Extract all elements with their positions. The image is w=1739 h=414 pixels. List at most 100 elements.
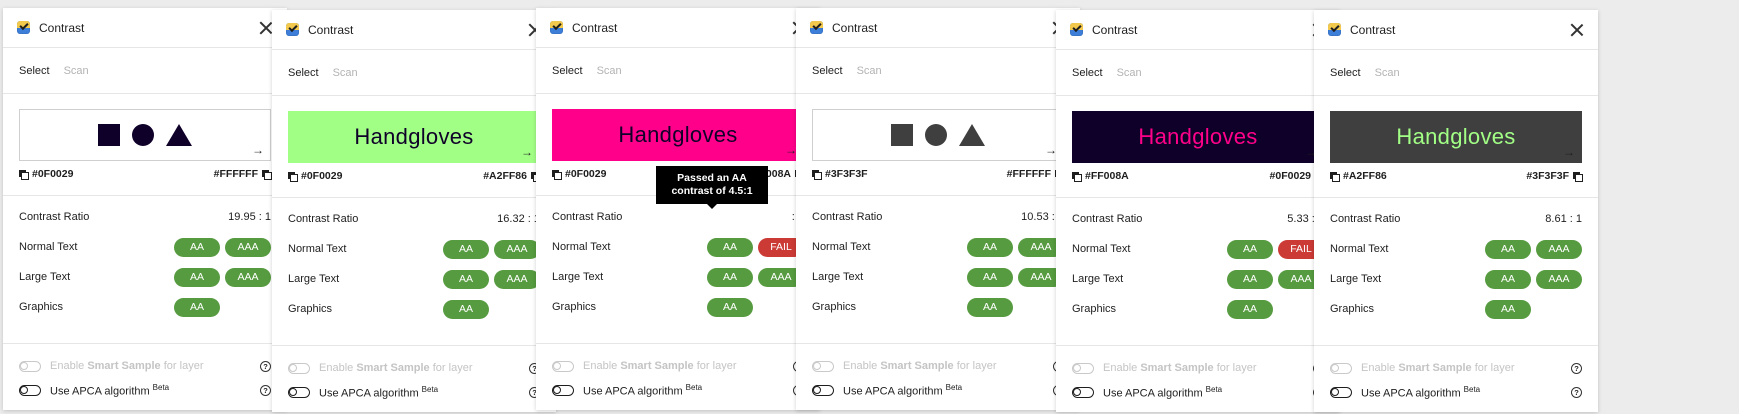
- smart-sample-option: Enable Smart Sample for layer ?: [1330, 356, 1582, 380]
- foreground-hex[interactable]: #0F0029: [288, 170, 342, 182]
- large-aa-badge[interactable]: AA: [707, 267, 753, 287]
- foreground-hex[interactable]: #A2FF86: [1330, 170, 1387, 182]
- foreground-hex[interactable]: #0F0029: [19, 168, 73, 180]
- tab-select[interactable]: Select: [1072, 67, 1103, 79]
- tab-select[interactable]: Select: [812, 65, 843, 77]
- background-hex[interactable]: #FFFFFF: [214, 168, 272, 180]
- help-icon[interactable]: ?: [1571, 386, 1582, 398]
- close-icon[interactable]: [259, 21, 273, 35]
- close-icon[interactable]: [1570, 23, 1584, 37]
- graphics-aa-badge[interactable]: AA: [707, 297, 753, 317]
- graphics-label: Graphics: [1072, 303, 1117, 315]
- smart-sample-label: Enable Smart Sample for layer: [843, 360, 997, 372]
- help-icon[interactable]: ?: [260, 384, 271, 396]
- contrast-preview: →: [812, 109, 1064, 161]
- color-hex-row: #A2FF86 #3F3F3F: [1314, 163, 1598, 185]
- apca-toggle[interactable]: [288, 386, 310, 398]
- graphics-aa-badge[interactable]: AA: [443, 299, 489, 319]
- normal-aa-badge[interactable]: AA: [1227, 239, 1273, 259]
- preview-sample-text: Handgloves: [354, 124, 474, 149]
- smart-sample-toggle[interactable]: [19, 360, 41, 372]
- tab-scan[interactable]: Scan: [333, 67, 358, 79]
- plugin-logo-icon: [550, 21, 563, 34]
- tab-scan[interactable]: Scan: [64, 65, 89, 77]
- large-aaa-badge[interactable]: AAA: [1536, 269, 1582, 289]
- graphics-aa-badge[interactable]: AA: [174, 297, 220, 317]
- panel-title: Contrast: [832, 20, 878, 35]
- foreground-hex[interactable]: #3F3F3F: [812, 168, 868, 180]
- circle-shape-icon: [925, 124, 947, 146]
- smart-sample-toggle[interactable]: [552, 360, 574, 372]
- large-aaa-badge[interactable]: AAA: [225, 267, 271, 287]
- graphics-badges: AA: [1227, 299, 1324, 319]
- normal-aa-badge[interactable]: AA: [1485, 239, 1531, 259]
- copy-icon: [19, 169, 29, 180]
- smart-sample-option: Enable Smart Sample for layer ?: [1072, 356, 1324, 380]
- smart-sample-toggle[interactable]: [1330, 362, 1352, 374]
- apca-toggle[interactable]: [812, 384, 834, 396]
- help-icon[interactable]: ?: [260, 360, 271, 372]
- foreground-hex[interactable]: #0F0029: [552, 168, 606, 180]
- graphics-aa-badge[interactable]: AA: [967, 297, 1013, 317]
- graphics-row: Graphics AA: [19, 292, 271, 322]
- copy-icon: [1330, 171, 1340, 182]
- large-aa-badge[interactable]: AA: [443, 269, 489, 289]
- tab-select[interactable]: Select: [552, 65, 583, 77]
- tab-scan[interactable]: Scan: [857, 65, 882, 77]
- title-bar: Contrast: [536, 8, 820, 48]
- swap-arrow-icon[interactable]: →: [521, 145, 533, 159]
- tab-scan[interactable]: Scan: [597, 65, 622, 77]
- normal-aaa-badge[interactable]: AAA: [494, 239, 540, 259]
- smart-sample-toggle[interactable]: [812, 360, 834, 372]
- swap-arrow-icon[interactable]: →: [1563, 145, 1575, 159]
- normal-text-row: Normal Text AA AAA: [288, 234, 540, 264]
- graphics-aa-badge[interactable]: AA: [1227, 299, 1273, 319]
- apca-toggle[interactable]: [1330, 386, 1352, 398]
- large-badges: AA AAA: [443, 269, 540, 289]
- normal-aa-badge[interactable]: AA: [443, 239, 489, 259]
- background-hex[interactable]: #3F3F3F: [1526, 170, 1583, 182]
- contrast-ratio-label: Contrast Ratio: [19, 211, 90, 223]
- apca-toggle[interactable]: [19, 384, 41, 396]
- large-aaa-badge[interactable]: AAA: [494, 269, 540, 289]
- swap-arrow-icon[interactable]: →: [252, 143, 264, 157]
- smart-sample-toggle[interactable]: [1072, 362, 1094, 374]
- contrast-ratio-label: Contrast Ratio: [552, 211, 623, 223]
- background-hex-value: #A2FF86: [483, 170, 527, 182]
- normal-badges: AA FAIL: [1227, 239, 1324, 259]
- tab-select[interactable]: Select: [288, 67, 319, 79]
- normal-aa-badge[interactable]: AA: [707, 237, 753, 257]
- foreground-hex[interactable]: #FF008A: [1072, 170, 1129, 182]
- tab-select[interactable]: Select: [1330, 67, 1361, 79]
- apca-toggle[interactable]: [552, 384, 574, 396]
- apca-label: Use APCA algorithm Beta: [843, 382, 963, 398]
- normal-aa-badge[interactable]: AA: [174, 237, 220, 257]
- normal-text-row: Normal Text AA FAIL: [552, 232, 804, 262]
- large-aa-badge[interactable]: AA: [1227, 269, 1273, 289]
- normal-aa-badge[interactable]: AA: [967, 237, 1013, 257]
- apca-toggle[interactable]: [1072, 386, 1094, 398]
- background-hex[interactable]: #A2FF86: [483, 170, 541, 182]
- large-aa-badge[interactable]: AA: [174, 267, 220, 287]
- contrast-preview: →: [19, 109, 271, 161]
- help-icon[interactable]: ?: [1571, 362, 1582, 374]
- large-text-row: Large Text AA AAA: [552, 262, 804, 292]
- normal-aaa-badge[interactable]: AAA: [225, 237, 271, 257]
- contrast-plugin-panel-2: Contrast Select Scan Handgloves → #0F002…: [272, 10, 556, 412]
- apca-label: Use APCA algorithm Beta: [583, 382, 703, 398]
- contrast-plugin-panel-6: Contrast Select Scan Handgloves → #A2FF8…: [1314, 10, 1598, 412]
- tab-select[interactable]: Select: [19, 65, 50, 77]
- tab-scan[interactable]: Scan: [1375, 67, 1400, 79]
- graphics-aa-badge[interactable]: AA: [1485, 299, 1531, 319]
- contrast-preview: Handgloves →: [1072, 111, 1324, 163]
- apca-label: Use APCA algorithm Beta: [1361, 384, 1481, 400]
- large-aa-badge[interactable]: AA: [1485, 269, 1531, 289]
- smart-sample-toggle[interactable]: [288, 362, 310, 374]
- contrast-ratio-value: 8.61 : 1: [1545, 213, 1582, 225]
- contrast-preview: Handgloves →: [288, 111, 540, 163]
- title-bar: Contrast: [272, 10, 556, 50]
- smart-sample-label: Enable Smart Sample for layer: [1103, 362, 1257, 374]
- large-aa-badge[interactable]: AA: [967, 267, 1013, 287]
- tab-scan[interactable]: Scan: [1117, 67, 1142, 79]
- normal-aaa-badge[interactable]: AAA: [1536, 239, 1582, 259]
